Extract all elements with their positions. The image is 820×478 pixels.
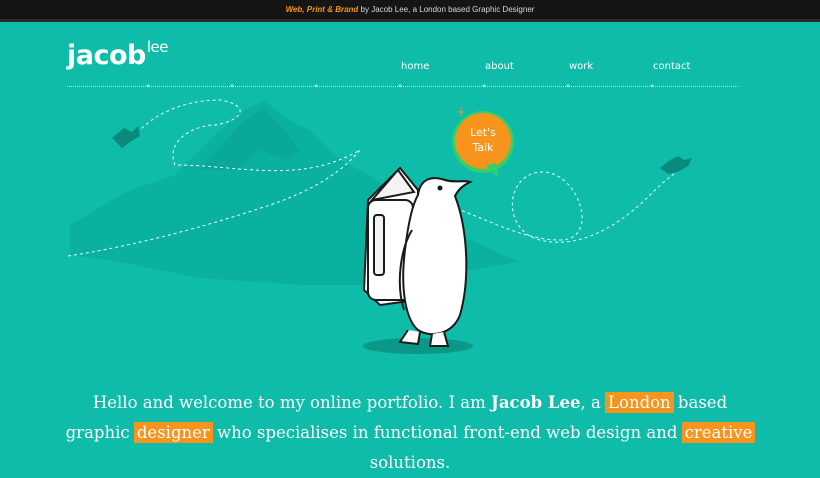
intro-name: Jacob Lee [491, 393, 581, 412]
nav-tick: + [482, 83, 487, 90]
nav-work[interactable]: work [569, 61, 593, 72]
logo-sup: lee [146, 38, 169, 56]
nav-contact[interactable]: contact [653, 61, 690, 72]
nav-tick: + [146, 83, 151, 90]
nav-tick: + [650, 83, 655, 90]
bird-icon [660, 156, 692, 174]
highlight-london: London [606, 393, 673, 412]
bubble-line: Talk [472, 141, 494, 154]
nav-tick: + [230, 83, 235, 90]
top-bar-text: by Jacob Lee, a London based Graphic Des… [358, 5, 535, 14]
svg-text:+: + [456, 105, 466, 119]
intro-part: solutions. [369, 453, 451, 472]
intro-text: Hello and welcome to my online portfolio… [60, 388, 760, 478]
intro-part: who specialises in functional front-end … [211, 423, 683, 442]
nav-divider [67, 86, 738, 87]
bubble-line: Let's [470, 126, 496, 139]
penguin-illustration [362, 166, 473, 347]
main-nav: home about work contact [0, 61, 820, 75]
nav-tick: + [566, 83, 571, 90]
top-bar: Web, Print & Brand by Jacob Lee, a Londo… [0, 0, 820, 22]
bird-icon [112, 126, 140, 148]
intro-part: , a [580, 393, 607, 412]
highlight-designer: designer [134, 423, 212, 442]
hero-illustration: + [67, 99, 692, 354]
nav-about[interactable]: about [485, 61, 514, 72]
nav-tick: + [398, 83, 403, 90]
nav-tick: + [314, 83, 319, 90]
bubble-text[interactable]: Let's Talk [455, 125, 511, 155]
highlight-creative: creative [682, 423, 755, 442]
top-bar-accent: Web, Print & Brand [285, 5, 359, 14]
nav-home[interactable]: home [401, 61, 429, 72]
intro-part: Hello and welcome to my online portfolio… [92, 393, 492, 412]
